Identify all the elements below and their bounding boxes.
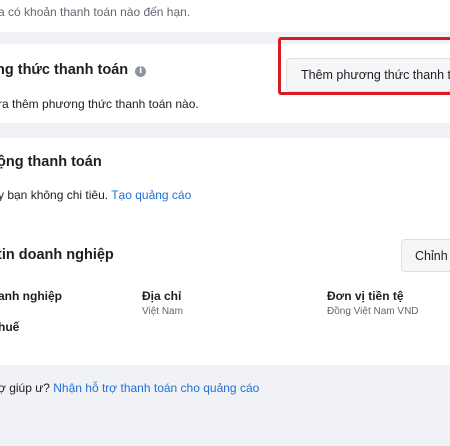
- due-payments-note: a có khoản thanh toán nào đến hạn.: [0, 5, 191, 19]
- info-icon[interactable]: i: [135, 66, 147, 77]
- tax-id-label: huế: [0, 320, 20, 334]
- payment-methods-card: ng thức thanh toán i ra thêm phương thức …: [0, 44, 450, 123]
- payment-methods-title: ng thức thanh toán i: [0, 62, 147, 78]
- address-label: Địa chỉ: [142, 289, 182, 303]
- business-info-title: tin doanh nghiệp: [0, 247, 114, 263]
- help-text: ợ giúp ư?: [0, 381, 54, 395]
- business-name-label: anh nghiệp: [0, 289, 62, 303]
- payment-methods-description: ra thêm phương thức thanh toán nào.: [0, 97, 199, 111]
- payment-support-link[interactable]: Nhận hỗ trợ thanh toán cho quảng cáo: [53, 381, 259, 395]
- payment-methods-title-text: ng thức thanh toán: [0, 62, 129, 78]
- payment-activity-description: y bạn không chi tiêu. Tạo quảng cáo: [0, 188, 191, 202]
- add-payment-method-button[interactable]: Thêm phương thức thanh toán: [286, 58, 450, 92]
- currency-value: Đồng Việt Nam VND: [327, 306, 419, 317]
- edit-button[interactable]: Chỉnh sửa: [401, 239, 450, 272]
- address-value: Việt Nam: [142, 306, 183, 317]
- payment-activity-card: ộng thanh toán y bạn không chi tiêu. Tạo…: [0, 138, 450, 365]
- create-ad-link[interactable]: Tạo quảng cáo: [111, 188, 191, 202]
- help-line: ợ giúp ư? Nhận hỗ trợ thanh toán cho quả…: [0, 381, 259, 395]
- due-payments-card: a có khoản thanh toán nào đến hạn.: [0, 0, 450, 32]
- currency-label: Đơn vị tiền tệ: [327, 289, 404, 303]
- payment-activity-title: ộng thanh toán: [0, 154, 102, 170]
- payment-activity-text: y bạn không chi tiêu.: [0, 188, 112, 202]
